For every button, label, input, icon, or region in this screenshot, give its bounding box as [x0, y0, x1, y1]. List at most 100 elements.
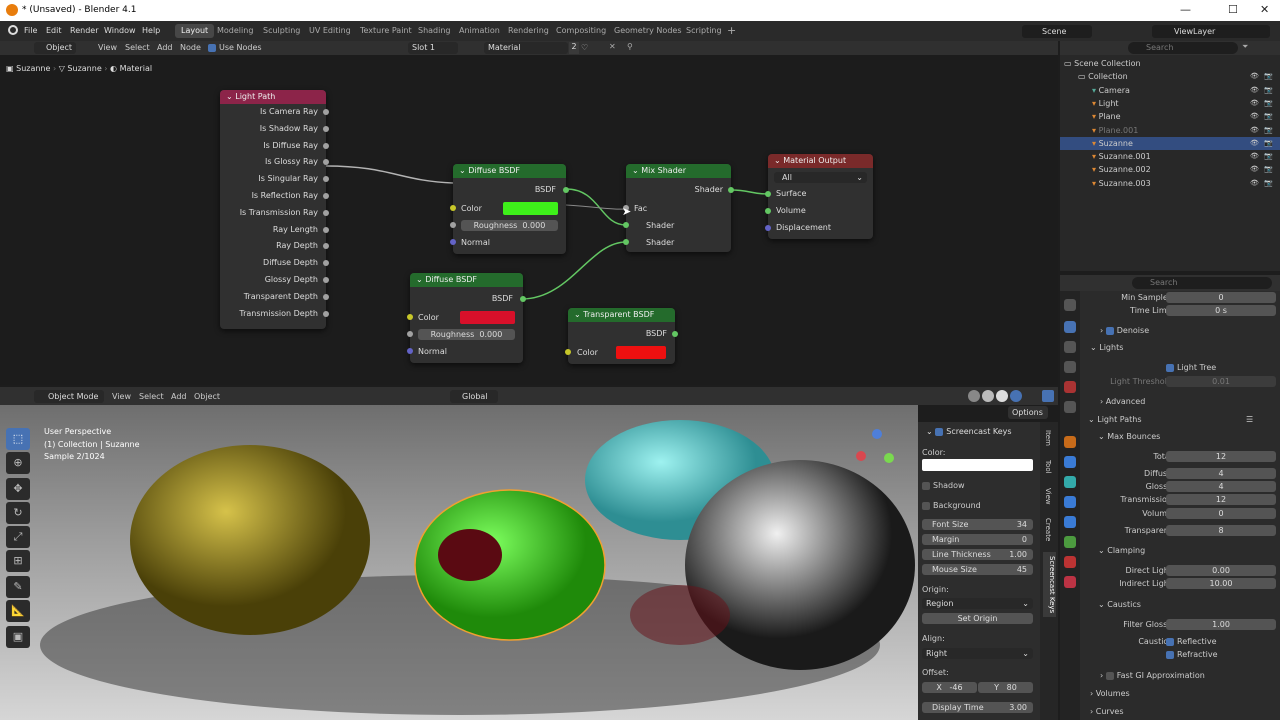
render-camera-icon[interactable]: 📷: [1264, 139, 1273, 147]
color-swatch[interactable]: [922, 459, 1033, 471]
display-time-field[interactable]: Display Time 3.00: [922, 702, 1033, 713]
render-camera-icon[interactable]: 📷: [1264, 165, 1273, 173]
measure-tool-icon[interactable]: 📐: [6, 600, 30, 622]
diffuse2-bsdf-socket[interactable]: [520, 296, 526, 302]
transform-orientation-dropdown[interactable]: Global: [450, 390, 498, 403]
matout-volume-socket[interactable]: [765, 208, 771, 214]
screencast-header[interactable]: ⌄ Screencast Keys: [926, 427, 1012, 436]
caustics-panel[interactable]: ⌄ Caustics: [1098, 600, 1141, 609]
light-path-output-socket[interactable]: [323, 277, 329, 283]
outliner-item[interactable]: ▾ Plane.001 👁 📷: [1060, 124, 1280, 137]
render-camera-icon[interactable]: 📷: [1264, 126, 1273, 134]
light-path-output-socket[interactable]: [323, 209, 329, 216]
light-path-output-socket[interactable]: [323, 142, 329, 149]
tab-layout[interactable]: Layout: [175, 24, 215, 38]
light-paths-panel[interactable]: ⌄ Light Paths: [1088, 415, 1142, 424]
unlink-icon[interactable]: ✕: [609, 42, 616, 51]
add-cube-tool-icon[interactable]: ▣: [6, 626, 30, 648]
volume-bounces-field[interactable]: 0: [1166, 508, 1276, 519]
outliner-item[interactable]: ▾ Suzanne 👁 📷: [1060, 136, 1280, 150]
render-camera-icon[interactable]: 📷: [1264, 112, 1273, 120]
visibility-eye-icon[interactable]: 👁: [1250, 99, 1259, 107]
diffuse2-color-swatch[interactable]: [460, 311, 515, 324]
indirect-light-field[interactable]: 10.00: [1166, 578, 1276, 589]
volumes-panel[interactable]: › Volumes: [1090, 689, 1130, 698]
light-path-output-socket[interactable]: [323, 310, 329, 317]
transparent-bsdf-node[interactable]: ⌄ Transparent BSDF BSDF Color: [568, 308, 675, 364]
outliner-item[interactable]: ▭ Collection 👁 📷: [1060, 70, 1280, 83]
denoise-panel[interactable]: › Denoise: [1100, 326, 1149, 335]
diffuse1-bsdf-socket[interactable]: [563, 187, 569, 193]
tab-sculpting[interactable]: Sculpting: [257, 24, 306, 38]
texture-tab-icon[interactable]: [1064, 576, 1076, 588]
properties-search[interactable]: Search: [1132, 277, 1272, 289]
total-bounces-field[interactable]: 12: [1166, 451, 1276, 462]
output-tab-icon[interactable]: [1064, 341, 1076, 353]
diffuse2-normal-socket[interactable]: [407, 348, 413, 354]
light-threshold-field[interactable]: 0.01: [1166, 376, 1276, 387]
scene-tab-icon[interactable]: [1064, 381, 1076, 393]
output-target-dropdown[interactable]: All ⌄: [774, 172, 867, 183]
tab-rendering[interactable]: Rendering: [502, 24, 555, 38]
diffuse-bsdf-node-2[interactable]: ⌄ Diffuse BSDF BSDF Color Roughness 0.00…: [410, 273, 523, 363]
shadow-checkbox[interactable]: Shadow: [922, 481, 965, 490]
diffuse-bsdf-title-2[interactable]: ⌄ Diffuse BSDF: [410, 273, 523, 287]
render-camera-icon[interactable]: 📷: [1264, 179, 1273, 187]
visibility-eye-icon[interactable]: 👁: [1250, 179, 1259, 187]
lights-panel[interactable]: ⌄ Lights: [1090, 343, 1123, 352]
tab-modeling[interactable]: Modeling: [211, 24, 259, 38]
outliner-item[interactable]: ▾ Suzanne.003 👁 📷: [1060, 177, 1280, 190]
mix-shader-title[interactable]: ⌄ Mix Shader: [626, 164, 731, 178]
origin-dropdown[interactable]: Region ⌄: [922, 598, 1033, 609]
outliner-item[interactable]: ▭ Scene Collection: [1060, 57, 1280, 70]
render-camera-icon[interactable]: 📷: [1264, 86, 1273, 94]
tab-item[interactable]: Item: [1044, 430, 1052, 446]
curves-panel[interactable]: › Curves: [1090, 707, 1124, 716]
viewport-menu-view[interactable]: View: [112, 392, 131, 401]
render-camera-icon[interactable]: 📷: [1264, 72, 1273, 80]
outliner-item[interactable]: ▾ Suzanne.001 👁 📷: [1060, 150, 1280, 163]
shading-mode-buttons[interactable]: [968, 390, 1034, 403]
select-tool-icon[interactable]: ⬚: [6, 428, 30, 450]
modifier-tab-icon[interactable]: [1064, 456, 1076, 468]
move-tool-icon[interactable]: ✥: [6, 478, 30, 500]
world-tab-icon[interactable]: [1064, 401, 1076, 413]
light-path-output-socket[interactable]: [323, 125, 329, 132]
node-menu-select[interactable]: Select: [125, 43, 150, 52]
transparent-bsdf-title[interactable]: ⌄ Transparent BSDF: [568, 308, 675, 322]
background-checkbox[interactable]: Background: [922, 501, 981, 510]
tab-geometry-nodes[interactable]: Geometry Nodes: [608, 24, 687, 38]
direct-light-field[interactable]: 0.00: [1166, 565, 1276, 576]
tab-create[interactable]: Create: [1044, 518, 1052, 541]
view-layer-tab-icon[interactable]: [1064, 361, 1076, 373]
reflective-checkbox[interactable]: Reflective: [1166, 637, 1217, 646]
diffuse1-normal-socket[interactable]: [450, 239, 456, 245]
view-layer-selector[interactable]: ViewLayer: [1152, 25, 1270, 38]
outliner-item[interactable]: ▾ Plane 👁 📷: [1060, 110, 1280, 123]
transparent-color-swatch[interactable]: [616, 346, 666, 359]
material-users[interactable]: 2: [569, 42, 579, 54]
pin-icon[interactable]: ⚲: [627, 42, 633, 51]
transparent-bounces-field[interactable]: 8: [1166, 525, 1276, 536]
object-mode-dropdown[interactable]: Object: [34, 42, 76, 54]
glossy-bounces-field[interactable]: 4: [1166, 481, 1276, 492]
light-path-output-socket[interactable]: [323, 226, 329, 233]
light-path-output-socket[interactable]: [323, 193, 329, 199]
matout-surface-socket[interactable]: [765, 191, 771, 197]
tab-shading[interactable]: Shading: [412, 24, 457, 38]
mix-shader1-socket[interactable]: [623, 222, 629, 228]
outliner-item[interactable]: ▾ Suzanne.002 👁 📷: [1060, 163, 1280, 176]
margin-field[interactable]: Margin 0: [922, 534, 1033, 545]
material-name-field[interactable]: Material: [484, 42, 568, 54]
time-limit-field[interactable]: 0 s: [1166, 305, 1276, 316]
viewport-menu-add[interactable]: Add: [171, 392, 187, 401]
offset-y-field[interactable]: Y 80: [978, 682, 1033, 693]
visibility-eye-icon[interactable]: 👁: [1250, 72, 1259, 80]
transparent-bsdf-socket[interactable]: [672, 331, 678, 337]
add-workspace-icon[interactable]: +: [727, 24, 736, 37]
diffuse-bsdf-node-1[interactable]: ⌄ Diffuse BSDF BSDF Color Roughness 0.00…: [453, 164, 566, 254]
visibility-eye-icon[interactable]: 👁: [1250, 86, 1259, 94]
rotate-tool-icon[interactable]: ↻: [6, 502, 30, 524]
tab-view[interactable]: View: [1044, 488, 1052, 505]
diffuse-bsdf-title-1[interactable]: ⌄ Diffuse BSDF: [453, 164, 566, 178]
